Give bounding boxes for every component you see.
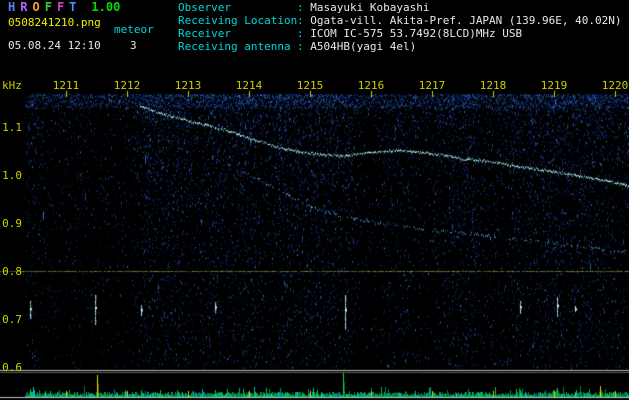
info-colon: :: [297, 27, 311, 40]
info-label: Observer: [178, 1, 231, 14]
info-value: Masayuki Kobayashi: [310, 1, 430, 14]
time-label: 1215: [296, 79, 324, 92]
info-colon: :: [297, 14, 311, 27]
time-label: 1217: [418, 79, 446, 92]
logo-letter: R: [20, 0, 28, 14]
echo-count: 3: [130, 39, 137, 52]
time-label: 1213: [174, 79, 202, 92]
time-label: 1216: [357, 79, 385, 92]
freq-label: 1.0: [2, 169, 22, 182]
info-value: ICOM IC-575 53.7492(8LCD)MHz USB: [310, 27, 523, 40]
info-row-observer: Observer: Masayuki Kobayashi: [178, 1, 622, 14]
time-label: 1214: [235, 79, 263, 92]
logo-letter: O: [32, 0, 40, 14]
datetime-label: 05.08.24 12:10: [8, 39, 101, 52]
time-axis: 1211 1212 1213 1214 1215 1216 1217 1218 …: [0, 79, 629, 92]
filename-label: 0508241210.png: [8, 16, 101, 29]
time-label: 1211: [52, 79, 80, 92]
info-label: Receiving antenna: [178, 40, 291, 53]
hrofft-screen: H R O F F T 1.00 0508241210.png meteor 05.08.2…: [0, 0, 629, 400]
info-row-location: Receiving Location: Ogata-vill. Akita-Pr…: [178, 14, 622, 27]
info-colon: :: [297, 1, 311, 14]
info-row-antenna: Receiving antenna: A504HB(yagi 4el): [178, 40, 622, 53]
mode-label: meteor: [114, 23, 154, 36]
freq-label: 1.1: [2, 121, 22, 134]
version-label: 1.00: [91, 0, 121, 14]
info-label: Receiving Location: [178, 14, 298, 27]
app-logo: H R O F F T 1.00: [8, 1, 120, 14]
info-row-receiver: Receiver: ICOM IC-575 53.7492(8LCD)MHz U…: [178, 27, 622, 40]
logo-letter: H: [8, 0, 16, 14]
time-label: 1220: [601, 79, 629, 92]
info-value: A504HB(yagi 4el): [310, 40, 417, 53]
header: H R O F F T 1.00 0508241210.png meteor 05.08.2…: [0, 0, 629, 62]
info-value: Ogata-vill. Akita-Pref. JAPAN (139.96E, …: [310, 14, 622, 27]
time-label: 1219: [540, 79, 568, 92]
freq-label: 0.8: [2, 265, 22, 278]
info-label: Receiver: [178, 27, 231, 40]
freq-label: 0.6: [2, 361, 22, 374]
freq-label: 0.9: [2, 217, 22, 230]
logo-letter: F: [56, 0, 65, 14]
time-label: 1212: [113, 79, 141, 92]
info-colon: :: [297, 40, 311, 53]
station-info: Observer: Masayuki Kobayashi Receiving L…: [178, 1, 622, 53]
logo-letter: F: [44, 0, 52, 14]
time-label: 1218: [479, 79, 507, 92]
freq-label: 0.7: [2, 313, 22, 326]
logo-letter: T: [69, 0, 77, 14]
